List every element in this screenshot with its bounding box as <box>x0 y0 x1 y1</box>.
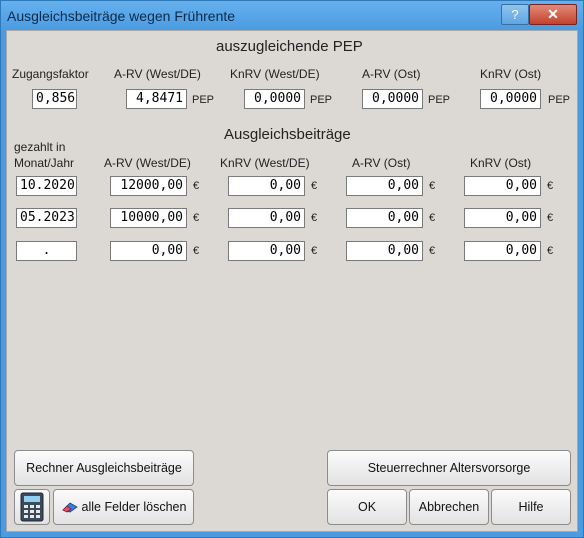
help-title-button[interactable]: ? <box>501 4 529 25</box>
row-arv-west-input[interactable]: 10000,00 <box>110 208 187 228</box>
row-date-input[interactable]: . <box>16 241 77 261</box>
window-title: Ausgleichsbeiträge wegen Frührente <box>7 8 236 24</box>
currency-symbol: € <box>193 245 200 257</box>
cancel-button-label: Abbrechen <box>418 500 480 514</box>
beitraege-arv-west-label: A-RV (West/DE) <box>104 156 191 170</box>
currency-symbol: € <box>193 180 200 192</box>
help-button-label: Hilfe <box>518 500 544 514</box>
zugangsfaktor-label: Zugangsfaktor <box>12 67 89 81</box>
row-knrv-ost-input[interactable]: 0,00 <box>464 241 541 261</box>
steuerrechner-button[interactable]: Steuerrechner Altersvorsorge <box>327 450 571 486</box>
pep-knrv-west-label: KnRV (West/DE) <box>230 67 320 81</box>
rechner-button-label: Rechner Ausgleichsbeiträge <box>26 461 182 475</box>
beitraege-arv-ost-label: A-RV (Ost) <box>352 156 411 170</box>
eraser-icon <box>61 502 78 513</box>
clear-all-button[interactable]: alle Felder löschen <box>53 489 194 525</box>
close-button[interactable]: ✕ <box>529 4 577 25</box>
title-bar: Ausgleichsbeiträge wegen Frührente ? ✕ <box>1 1 583 31</box>
pep-unit: PEP <box>192 94 215 106</box>
help-button[interactable]: Hilfe <box>491 489 571 525</box>
pep-knrv-west-input[interactable]: 0,0000 <box>244 89 305 109</box>
pep-unit: PEP <box>310 94 333 106</box>
beitraege-knrv-ost-label: KnRV (Ost) <box>470 156 532 170</box>
clear-all-button-label: alle Felder löschen <box>81 500 187 514</box>
beitraege-knrv-west-label: KnRV (West/DE) <box>220 156 310 170</box>
row-arv-ost-input[interactable]: 0,00 <box>346 241 423 261</box>
row-date-input[interactable]: 10.2020 <box>16 176 77 196</box>
cancel-button[interactable]: Abbrechen <box>409 489 489 525</box>
row-knrv-ost-input[interactable]: 0,00 <box>464 208 541 228</box>
currency-symbol: € <box>547 212 554 224</box>
currency-symbol: € <box>429 212 436 224</box>
row-knrv-west-input[interactable]: 0,00 <box>228 208 305 228</box>
row-date-input[interactable]: 05.2023 <box>16 208 77 228</box>
currency-symbol: € <box>311 245 318 257</box>
zugangsfaktor-input[interactable]: 0,856 <box>32 89 77 109</box>
row-arv-west-input[interactable]: 0,00 <box>110 241 187 261</box>
currency-symbol: € <box>547 245 554 257</box>
pep-arv-ost-input[interactable]: 0,0000 <box>362 89 423 109</box>
pep-knrv-ost-input[interactable]: 0,0000 <box>480 89 541 109</box>
ok-button[interactable]: OK <box>327 489 407 525</box>
date-label-line2: Monat/Jahr <box>14 156 75 170</box>
row-arv-ost-input[interactable]: 0,00 <box>346 176 423 196</box>
row-knrv-west-input[interactable]: 0,00 <box>228 241 305 261</box>
currency-symbol: € <box>429 180 436 192</box>
currency-symbol: € <box>193 212 200 224</box>
row-knrv-west-input[interactable]: 0,00 <box>228 176 305 196</box>
date-label-line1: gezahlt in <box>14 140 66 154</box>
beitraege-heading: Ausgleichsbeiträge <box>224 126 351 143</box>
ok-button-label: OK <box>357 500 377 514</box>
currency-symbol: € <box>429 245 436 257</box>
pep-heading: auszugleichende PEP <box>216 38 363 55</box>
currency-symbol: € <box>311 180 318 192</box>
calculator-icon <box>20 492 44 522</box>
steuerrechner-button-label: Steuerrechner Altersvorsorge <box>367 461 531 475</box>
rechner-ausgleichsbeitraege-button[interactable]: Rechner Ausgleichsbeiträge <box>14 450 194 486</box>
calculator-button[interactable] <box>14 489 50 525</box>
row-arv-west-input[interactable]: 12000,00 <box>110 176 187 196</box>
pep-unit: PEP <box>428 94 451 106</box>
currency-symbol: € <box>311 212 318 224</box>
row-arv-ost-input[interactable]: 0,00 <box>346 208 423 228</box>
pep-unit: PEP <box>548 94 571 106</box>
currency-symbol: € <box>547 180 554 192</box>
pep-arv-west-input[interactable]: 4,8471 <box>126 89 187 109</box>
row-knrv-ost-input[interactable]: 0,00 <box>464 176 541 196</box>
pep-arv-west-label: A-RV (West/DE) <box>114 67 201 81</box>
pep-arv-ost-label: A-RV (Ost) <box>362 67 421 81</box>
pep-knrv-ost-label: KnRV (Ost) <box>480 67 542 81</box>
